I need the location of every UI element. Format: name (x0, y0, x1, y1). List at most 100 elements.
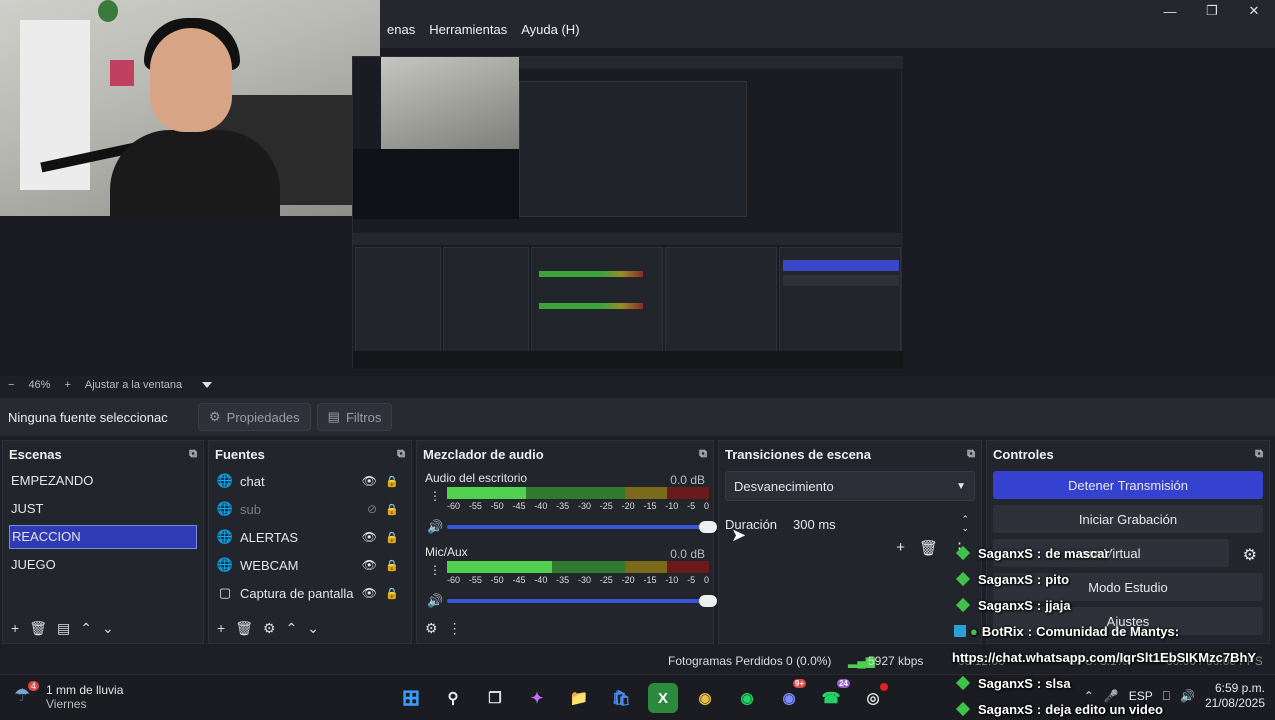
store-icon[interactable]: 🛍 (606, 683, 636, 713)
properties-button[interactable]: ⚙ Propiedades (198, 403, 311, 431)
add-icon[interactable]: + (11, 620, 19, 636)
gear-icon[interactable]: ⚙ (425, 620, 438, 637)
eye-icon[interactable]: 👁 (362, 558, 377, 572)
source-item[interactable]: 🌐 WEBCAM 👁 🔒 (209, 551, 411, 579)
chat-user: SaganxS (978, 597, 1033, 613)
add-icon[interactable]: + (896, 539, 905, 557)
source-item[interactable]: 🌐 ALERTAS 👁 🔒 (209, 523, 411, 551)
copilot-icon[interactable]: ✦ (522, 683, 552, 713)
tick-label: -60 (447, 575, 461, 585)
whatsapp-icon[interactable]: ☎ 24 (816, 679, 850, 713)
task-view-icon[interactable]: ❐ (480, 683, 510, 713)
chevron-down-icon[interactable] (202, 382, 213, 388)
volume-slider[interactable] (447, 521, 717, 533)
lock-icon[interactable]: 🔒 (385, 587, 399, 600)
start-recording-button[interactable]: Iniciar Grabación (993, 505, 1263, 533)
minimize-icon[interactable]: — (1149, 0, 1191, 22)
weather-day: Viernes (46, 697, 87, 711)
meter-level (447, 561, 552, 573)
trash-icon[interactable]: 🗑 (29, 620, 47, 637)
filters-button[interactable]: ▤ Filtros (316, 403, 393, 431)
tick-label: -20 (621, 575, 635, 585)
chat-user: SaganxS (978, 701, 1033, 717)
chat-text: pito (1045, 571, 1070, 587)
meter-ticks: -60 -55 -50 -45 -40 -35 -30 -25 -20 -15 -10 -5 0 (447, 501, 709, 511)
menu-dots-icon[interactable]: ⋮ (448, 620, 462, 637)
scene-item[interactable]: JUST (3, 495, 203, 523)
tick-label: -15 (643, 575, 657, 585)
zoom-in-button[interactable]: + (64, 379, 70, 391)
eye-icon[interactable]: 👁 (362, 530, 377, 544)
tick-label: -10 (665, 575, 679, 585)
lock-icon[interactable]: 🔒 (385, 559, 399, 572)
tick-label: -50 (490, 501, 504, 511)
transitions-dock: Transiciones de escena ⧉ Desvanecimiento… (718, 440, 982, 644)
chat-text: jjaja (1045, 597, 1071, 613)
chat-text: deja edito un video (1045, 701, 1164, 717)
source-label: ALERTAS (240, 529, 299, 545)
volume-slider[interactable] (447, 595, 717, 607)
transition-select[interactable]: Desvanecimiento ▼ (725, 471, 975, 501)
chevron-up-icon[interactable]: ⌃ (80, 620, 92, 637)
sources-toolbar: + 🗑 ⚙ ⌃ ⌄ (209, 613, 411, 643)
weather-widget[interactable]: ☂ 4 1 mm de lluvia Viernes (14, 681, 123, 711)
chevron-down-icon[interactable]: ⌄ (307, 620, 319, 637)
eye-hidden-icon[interactable]: ⊘ (367, 502, 377, 516)
scene-item[interactable]: JUEGO (3, 551, 203, 579)
popout-icon[interactable]: ⧉ (699, 448, 707, 461)
filter-icon[interactable]: ▤ (57, 620, 70, 637)
eye-icon[interactable]: 👁 (362, 474, 377, 488)
windows-start-icon[interactable]: ⊞ (396, 683, 426, 713)
bot-badge-icon (954, 625, 966, 637)
trash-icon[interactable]: 🗑 (919, 539, 938, 557)
obs-icon[interactable]: ◎ (858, 683, 888, 713)
menu-dots-icon[interactable]: ⋮ (429, 489, 441, 503)
source-item[interactable]: ▢ Captura de pantalla 👁 🔒 (209, 579, 411, 607)
discord-icon[interactable]: ◉ 9+ (774, 679, 806, 713)
eye-icon[interactable]: 👁 (362, 586, 377, 600)
cursor-icon: ➤ (731, 525, 747, 545)
close-icon[interactable]: ✕ (1233, 0, 1275, 22)
audio-mixer-dock: Mezclador de audio ⧉ Audio del escritori… (416, 440, 717, 644)
chevron-down-icon[interactable]: ⌄ (102, 620, 114, 637)
scene-item-selected[interactable]: REACCION (9, 525, 197, 549)
scene-item[interactable]: EMPEZANDO (3, 467, 203, 495)
search-icon[interactable]: ⚲ (438, 683, 468, 713)
source-label: sub (240, 501, 261, 517)
menu-dots-icon[interactable]: ⋮ (429, 563, 441, 577)
stop-streaming-button[interactable]: Detener Transmisión (993, 471, 1263, 499)
speaker-icon[interactable]: 🔊 (427, 519, 443, 535)
trash-icon[interactable]: 🗑 (235, 620, 253, 637)
lock-icon[interactable]: 🔒 (385, 475, 399, 488)
chevron-up-icon[interactable]: ⌃ (286, 620, 298, 637)
excel-icon[interactable]: X (648, 683, 678, 713)
taskbar-apps: ⊞ ⚲ ❐ ✦ 📁 🛍 X ◉ ◉ ◉ 9+ ☎ 24 ◎ (396, 679, 888, 713)
lock-icon[interactable]: 🔒 (385, 503, 399, 516)
gear-icon[interactable]: ⚙ (263, 620, 276, 637)
fit-window-option[interactable]: Ajustar a la ventana (85, 379, 182, 391)
speaker-icon[interactable]: 🔊 (427, 593, 443, 609)
tick-label: -35 (556, 501, 570, 511)
lock-icon[interactable]: 🔒 (385, 531, 399, 544)
source-item[interactable]: 🌐 chat 👁 🔒 (209, 467, 411, 495)
duration-input[interactable]: 300 ms ⌃ ⌄ (785, 509, 975, 539)
tick-label: -25 (599, 501, 613, 511)
popout-icon[interactable]: ⧉ (189, 448, 197, 461)
volume-meter (447, 487, 709, 499)
add-icon[interactable]: + (217, 620, 225, 636)
menu-tools[interactable]: Herramientas (422, 22, 514, 37)
menu-scenes[interactable]: enas (380, 22, 422, 37)
zoom-bar: − 46% + Ajustar a la ventana (0, 376, 1275, 394)
stepper-icon[interactable]: ⌃ ⌄ (961, 515, 969, 533)
zoom-out-button[interactable]: − (8, 379, 14, 391)
popout-icon[interactable]: ⧉ (397, 448, 405, 461)
menu-help[interactable]: Ayuda (H) (514, 22, 586, 37)
popout-icon[interactable]: ⧉ (967, 448, 975, 461)
chrome-icon[interactable]: ◉ (690, 683, 720, 713)
spotify-icon[interactable]: ◉ (732, 683, 762, 713)
maximize-icon[interactable]: ❐ (1191, 0, 1233, 22)
source-item[interactable]: 🌐 sub ⊘ 🔒 (209, 495, 411, 523)
popout-icon[interactable]: ⧉ (1255, 448, 1263, 461)
tick-label: -20 (621, 501, 635, 511)
file-explorer-icon[interactable]: 📁 (564, 683, 594, 713)
